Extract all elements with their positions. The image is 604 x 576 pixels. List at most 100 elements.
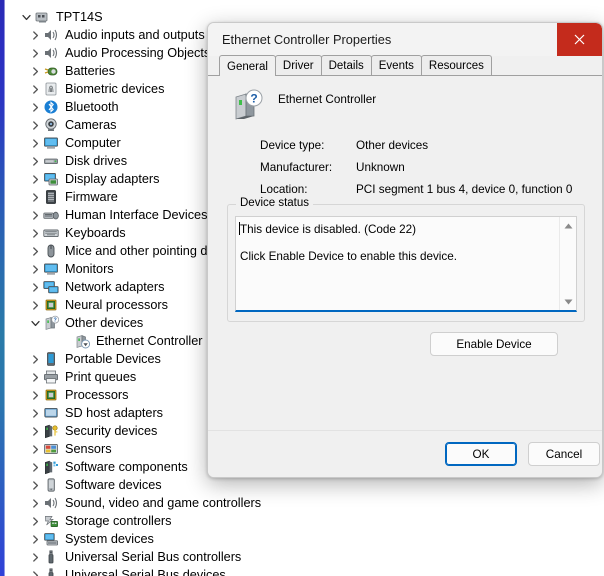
chevron-right-icon[interactable] (27, 120, 43, 130)
chevron-right-icon[interactable] (27, 480, 43, 490)
chevron-right-icon[interactable] (27, 264, 43, 274)
chevron-right-icon[interactable] (27, 48, 43, 58)
software-device-icon (43, 477, 60, 493)
tree-item-universal-serial-bus-devices[interactable]: Universal Serial Bus devices (5, 566, 565, 576)
tree-item-universal-serial-bus-controllers[interactable]: Universal Serial Bus controllers (5, 548, 565, 566)
tree-item-label: TPT14S (56, 10, 103, 24)
tree-item-label: Sound, video and game controllers (65, 496, 262, 510)
property-key: Location: (260, 182, 308, 196)
sd-adapter-icon (43, 405, 60, 421)
chevron-right-icon[interactable] (27, 372, 43, 382)
speaker-icon (43, 45, 60, 61)
property-key: Device type: (260, 138, 325, 152)
chevron-right-icon[interactable] (27, 426, 43, 436)
dialog-titlebar[interactable]: Ethernet Controller Properties (208, 23, 602, 56)
chevron-right-icon[interactable] (27, 462, 43, 472)
system-device-icon (43, 531, 60, 547)
chevron-right-icon[interactable] (27, 174, 43, 184)
disabled-device-icon (74, 333, 91, 349)
tree-item-system-devices[interactable]: System devices (5, 530, 565, 548)
chevron-right-icon[interactable] (27, 390, 43, 400)
chevron-right-icon[interactable] (27, 192, 43, 202)
tree-item-label: SD host adapters (65, 406, 164, 420)
enable-device-button[interactable]: Enable Device (430, 332, 558, 356)
chevron-right-icon[interactable] (27, 570, 43, 576)
tree-item-label: Software devices (65, 478, 162, 492)
tree-item-label: Bluetooth (65, 100, 119, 114)
chevron-right-icon[interactable] (27, 30, 43, 40)
tree-item-label: System devices (65, 532, 154, 546)
tree-item-label: Cameras (65, 118, 117, 132)
general-tab-panel: ? Ethernet Controller Device type: Other … (208, 76, 602, 452)
chevron-down-icon[interactable] (18, 13, 34, 22)
tree-item-label: Monitors (65, 262, 114, 276)
dialog-tabstrip[interactable]: General Driver Details Events Resources (208, 55, 602, 76)
battery-icon (43, 63, 60, 79)
chevron-right-icon[interactable] (27, 354, 43, 364)
property-row: Manufacturer: Unknown (260, 156, 590, 178)
device-status-text: This device is disabled. (Code 22) Click… (240, 222, 556, 276)
firmware-icon (43, 189, 60, 205)
tree-item-label: Storage controllers (65, 514, 172, 528)
printer-icon (43, 369, 60, 385)
chevron-right-icon[interactable] (27, 228, 43, 238)
chevron-right-icon[interactable] (27, 246, 43, 256)
tree-item-label: Security devices (65, 424, 158, 438)
chevron-right-icon[interactable] (27, 84, 43, 94)
disk-icon (43, 153, 60, 169)
security-device-icon (43, 423, 60, 439)
tab-details[interactable]: Details (320, 55, 372, 75)
tree-item-label: Neural processors (65, 298, 168, 312)
scroll-down-arrow-icon[interactable] (560, 293, 576, 310)
ok-button[interactable]: OK (445, 442, 517, 466)
display-adapter-icon (43, 171, 60, 187)
chevron-right-icon[interactable] (27, 102, 43, 112)
monitor-icon (43, 261, 60, 277)
cancel-button[interactable]: Cancel (528, 442, 600, 466)
tree-item-storage-controllers[interactable]: Storage controllers (5, 512, 565, 530)
tree-item-sound-video-and-game-controllers[interactable]: Sound, video and game controllers (5, 494, 565, 512)
scroll-up-arrow-icon[interactable] (560, 217, 576, 234)
device-status-textbox[interactable]: This device is disabled. (Code 22) Click… (235, 216, 577, 312)
tab-resources[interactable]: Resources (420, 55, 492, 75)
chip-icon (43, 387, 60, 403)
storage-controller-icon (43, 513, 60, 529)
tree-item-label: Disk drives (65, 154, 128, 168)
chevron-right-icon[interactable] (27, 156, 43, 166)
device-status-line-2: Click Enable Device to enable this devic… (240, 250, 457, 263)
chevron-right-icon[interactable] (27, 210, 43, 220)
tab-events[interactable]: Events (370, 55, 422, 75)
chevron-down-icon[interactable] (27, 319, 43, 328)
chevron-right-icon[interactable] (27, 444, 43, 454)
tree-item-label: Biometric devices (65, 82, 165, 96)
mouse-icon (43, 243, 60, 259)
device-status-group: Device status This device is disabled. (… (227, 197, 585, 322)
tree-item-label: Universal Serial Bus controllers (65, 550, 242, 564)
camera-icon (43, 117, 60, 133)
device-status-scrollbar[interactable] (559, 217, 576, 310)
tree-item-software-devices[interactable]: Software devices (5, 476, 565, 494)
network-adapter-icon (43, 279, 60, 295)
computer-node-icon (34, 9, 51, 25)
tab-general[interactable]: General (219, 55, 276, 76)
property-value: PCI segment 1 bus 4, device 0, function … (356, 182, 573, 196)
chevron-right-icon[interactable] (27, 282, 43, 292)
device-name-label: Ethernet Controller (278, 93, 377, 106)
tree-item-label: Other devices (65, 316, 144, 330)
chevron-right-icon[interactable] (27, 300, 43, 310)
usb-icon (43, 567, 60, 576)
chevron-right-icon[interactable] (27, 408, 43, 418)
fingerprint-icon (43, 81, 60, 97)
tree-item-label: Universal Serial Bus devices (65, 568, 226, 576)
unknown-device-icon: ? (43, 315, 60, 331)
chevron-right-icon[interactable] (27, 552, 43, 562)
chevron-right-icon[interactable] (27, 534, 43, 544)
chevron-right-icon[interactable] (27, 498, 43, 508)
tree-item-label: Software components (65, 460, 188, 474)
tab-driver[interactable]: Driver (274, 55, 322, 75)
chevron-right-icon[interactable] (27, 516, 43, 526)
chevron-right-icon[interactable] (27, 66, 43, 76)
software-component-icon (43, 459, 60, 475)
chevron-right-icon[interactable] (27, 138, 43, 148)
close-icon[interactable] (557, 23, 602, 56)
